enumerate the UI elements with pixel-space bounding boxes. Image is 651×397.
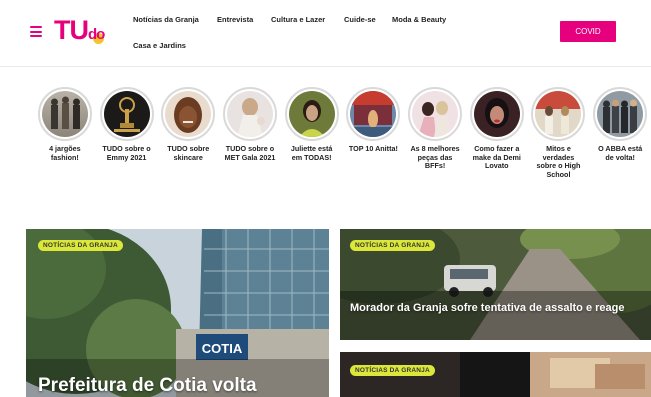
story-item[interactable]: 4 jargões fashion! [34,87,96,179]
story-label: TOP 10 Anitta! [348,144,398,153]
story-item[interactable]: TOP 10 Anitta! [343,87,405,179]
covid-button[interactable]: COVID [560,21,616,42]
header-divider [0,66,651,67]
news-headline[interactable]: Prefeitura de Cotia volta [38,375,257,397]
hamburger-menu-icon[interactable] [30,26,42,37]
skincare-portrait-image [174,97,203,133]
nav-item-noticias[interactable]: Notícias da Granja [133,15,199,24]
story-ring [469,87,524,141]
logo-text: TU [54,15,89,45]
story-thumbnail [165,91,212,137]
news-card[interactable]: NOTÍCIAS DA GRANJA [340,352,651,397]
story-thumbnail [350,91,397,137]
story-label: TUDO sobre o Emmy 2021 [102,144,151,162]
stories-carousel: 4 jargões fashion! TUDO sobre o Emmy 202… [34,87,651,179]
story-ring [593,87,648,141]
news-headline[interactable]: Morador da Granja sofre tentativa de ass… [350,301,646,315]
story-label: As 8 melhores peças das BFFs! [410,144,460,171]
nav-item-entrevista[interactable]: Entrevista [217,15,253,24]
story-item[interactable]: TUDO sobre skincare [157,87,219,179]
story-item[interactable]: TUDO sobre o Emmy 2021 [96,87,158,179]
story-item[interactable]: Mitos e verdades sobre o High School [528,87,590,179]
story-label: O ABBA está de volta! [598,144,643,162]
met-gala-image [236,98,265,137]
story-label: Juliette está em TODAS! [290,144,333,162]
nav-item-moda[interactable]: Moda & Beauty [392,15,446,24]
story-ring [531,87,586,141]
story-label: Mitos e verdades sobre o High School [536,144,581,179]
story-ring [222,87,277,141]
story-thumbnail [226,91,273,137]
category-badge[interactable]: NOTÍCIAS DA GRANJA [350,240,435,251]
story-item[interactable]: TUDO sobre o MET Gala 2021 [219,87,281,179]
story-item[interactable]: As 8 melhores peças das BFFs! [404,87,466,179]
emmy-statue-image [113,97,140,132]
story-item[interactable]: Juliette está em TODAS! [281,87,343,179]
nav-item-cuide-se[interactable]: Cuide-se [344,15,376,24]
story-ring [284,87,339,141]
story-label: TUDO sobre o MET Gala 2021 [224,144,276,162]
category-badge[interactable]: NOTÍCIAS DA GRANJA [350,365,435,376]
logo-sub: do [88,26,105,44]
fashion-image [50,96,80,129]
story-thumbnail [41,91,88,137]
anitta-stage-image [350,91,397,137]
site-logo[interactable]: TU do [54,14,105,46]
bffs-image [418,101,453,137]
story-ring [408,87,463,141]
abba-image [603,99,638,133]
story-thumbnail [103,91,150,137]
story-label: 4 jargões fashion! [49,144,81,162]
demi-lovato-image [484,98,509,128]
story-ring [161,87,216,141]
story-ring [37,87,92,141]
high-school-image [535,91,582,134]
story-item[interactable]: Como fazer a make da Demi Lovato [466,87,528,179]
cotia-sign-text: COTIA [202,341,243,356]
nav-item-cultura[interactable]: Cultura e Lazer [271,15,325,24]
story-ring [346,87,401,141]
story-item[interactable]: O ABBA está de volta! [589,87,651,179]
story-ring [99,87,154,141]
news-card-featured[interactable]: COTIA NOTÍCIAS DA GRANJA Prefeitura de C… [26,229,329,397]
story-thumbnail [473,91,520,137]
news-card-image: COTIA [26,229,329,397]
story-thumbnail [597,91,644,137]
story-thumbnail [412,91,459,137]
nav-item-casa[interactable]: Casa e Jardins [133,41,186,50]
story-label: Como fazer a make da Demi Lovato [472,144,521,171]
story-thumbnail [535,91,582,137]
juliette-portrait-image [298,100,325,137]
category-badge[interactable]: NOTÍCIAS DA GRANJA [38,240,123,251]
news-card[interactable]: NOTÍCIAS DA GRANJA Morador da Granja sof… [340,229,651,340]
story-thumbnail [288,91,335,137]
story-label: TUDO sobre skincare [167,144,210,162]
